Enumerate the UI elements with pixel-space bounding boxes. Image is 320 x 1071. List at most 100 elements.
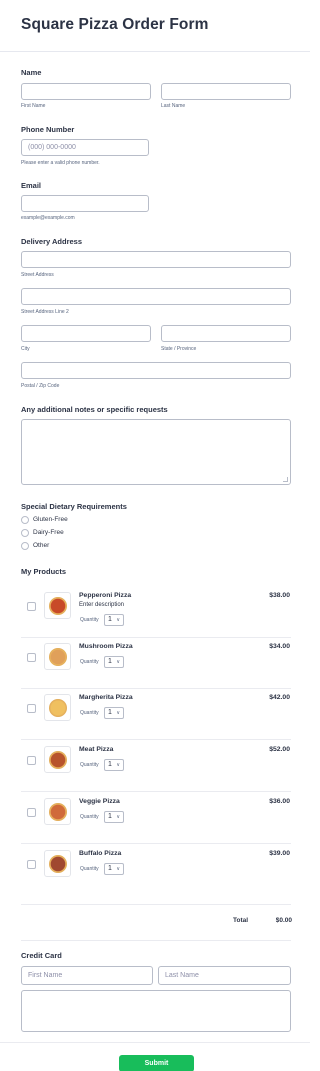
product-row: Buffalo Pizza $39.00 Quantity 1 ∨ [21, 847, 291, 891]
pizza-icon [49, 751, 67, 769]
product-checkbox[interactable] [27, 653, 36, 662]
product-price: $38.00 [269, 592, 290, 599]
street-input[interactable] [21, 251, 291, 268]
product-row: Meat Pizza $52.00 Quantity 1 ∨ [21, 743, 291, 792]
cc-first-name-placeholder: First Name [28, 972, 63, 979]
product-checkbox[interactable] [27, 860, 36, 869]
product-price: $42.00 [269, 694, 290, 701]
chevron-down-icon: ∨ [116, 762, 120, 768]
quantity-label: Quantity [80, 659, 99, 665]
chevron-down-icon: ∨ [116, 710, 120, 716]
product-name: Meat Pizza [79, 746, 114, 753]
quantity-value: 1 [108, 709, 112, 716]
product-image [44, 798, 71, 825]
product-price: $36.00 [269, 798, 290, 805]
quantity-label: Quantity [80, 814, 99, 820]
last-name-input[interactable] [161, 83, 291, 100]
phone-label: Phone Number [21, 125, 75, 134]
chevron-down-icon: ∨ [116, 617, 120, 623]
notes-textarea[interactable] [21, 419, 291, 485]
product-divider [21, 688, 291, 689]
product-name: Margherita Pizza [79, 694, 133, 701]
email-sublabel: example@example.com [21, 215, 75, 221]
credit-card-label: Credit Card [21, 951, 62, 960]
product-name: Mushroom Pizza [79, 643, 133, 650]
product-checkbox[interactable] [27, 756, 36, 765]
quantity-label: Quantity [80, 866, 99, 872]
chevron-down-icon: ∨ [116, 659, 120, 665]
pizza-icon [49, 648, 67, 666]
quantity-select[interactable]: 1 ∨ [104, 811, 124, 823]
cc-last-name-input[interactable]: Last Name [158, 966, 291, 985]
product-row: Margherita Pizza $42.00 Quantity 1 ∨ [21, 691, 291, 740]
pizza-icon [49, 597, 67, 615]
quantity-select[interactable]: 1 ∨ [104, 707, 124, 719]
zip-input[interactable] [21, 362, 291, 379]
quantity-value: 1 [108, 865, 112, 872]
total-label: Total [233, 917, 249, 924]
divider [21, 904, 291, 905]
product-price: $34.00 [269, 643, 290, 650]
last-name-sublabel: Last Name [161, 103, 186, 109]
radio-icon[interactable] [21, 542, 29, 550]
dietary-option-label: Dairy-Free [33, 529, 64, 536]
quantity-label: Quantity [80, 617, 99, 623]
resize-handle-icon[interactable] [283, 477, 288, 482]
cc-first-name-input[interactable]: First Name [21, 966, 153, 985]
product-checkbox[interactable] [27, 602, 36, 611]
product-row: Pepperoni Pizza $38.00 Enter description Qu… [21, 589, 291, 638]
product-divider [21, 791, 291, 792]
notes-label: Any additional notes or specific request… [21, 405, 168, 414]
zip-sublabel: Postal / Zip Code [21, 383, 60, 389]
phone-input[interactable]: (000) 000-0000 [21, 139, 149, 156]
product-image [44, 592, 71, 619]
product-image [44, 643, 71, 670]
product-divider [21, 637, 291, 638]
product-price: $39.00 [269, 850, 290, 857]
quantity-select[interactable]: 1 ∨ [104, 656, 124, 668]
quantity-value: 1 [108, 616, 112, 623]
form-header: Square Pizza Order Form [0, 0, 310, 52]
divider [21, 940, 291, 941]
quantity-select[interactable]: 1 ∨ [104, 614, 124, 626]
product-row: Mushroom Pizza $34.00 Quantity 1 ∨ [21, 640, 291, 689]
state-input[interactable] [161, 325, 291, 342]
submit-button[interactable]: Submit [119, 1055, 194, 1071]
state-sublabel: State / Province [161, 346, 197, 352]
quantity-select[interactable]: 1 ∨ [104, 863, 124, 875]
quantity-select[interactable]: 1 ∨ [104, 759, 124, 771]
page-title: Square Pizza Order Form [21, 16, 209, 33]
name-label: Name [21, 68, 42, 77]
radio-icon[interactable] [21, 516, 29, 524]
card-details-input[interactable] [21, 990, 291, 1032]
product-name: Veggie Pizza [79, 798, 120, 805]
email-label: Email [21, 181, 42, 190]
address-label: Delivery Address [21, 237, 83, 246]
product-name: Buffalo Pizza [79, 850, 122, 857]
first-name-sublabel: First Name [21, 103, 46, 109]
first-name-input[interactable] [21, 83, 151, 100]
product-checkbox[interactable] [27, 704, 36, 713]
product-divider [21, 739, 291, 740]
street2-input[interactable] [21, 288, 291, 305]
pizza-icon [49, 855, 67, 873]
quantity-value: 1 [108, 761, 112, 768]
dietary-label: Special Dietary Requirements [21, 502, 127, 511]
radio-icon[interactable] [21, 529, 29, 537]
product-image [44, 746, 71, 773]
chevron-down-icon: ∨ [116, 814, 120, 820]
product-checkbox[interactable] [27, 808, 36, 817]
chevron-down-icon: ∨ [116, 866, 120, 872]
city-input[interactable] [21, 325, 151, 342]
pizza-icon [49, 699, 67, 717]
quantity-value: 1 [108, 813, 112, 820]
street2-sublabel: Street Address Line 2 [21, 309, 69, 315]
product-divider [21, 843, 291, 844]
street-sublabel: Street Address [21, 272, 54, 278]
dietary-option-label: Gluten-Free [33, 516, 68, 523]
total-value: $0.00 [275, 917, 292, 924]
quantity-value: 1 [108, 658, 112, 665]
product-image [44, 694, 71, 721]
email-input[interactable] [21, 195, 149, 212]
product-description: Enter description [79, 602, 125, 608]
